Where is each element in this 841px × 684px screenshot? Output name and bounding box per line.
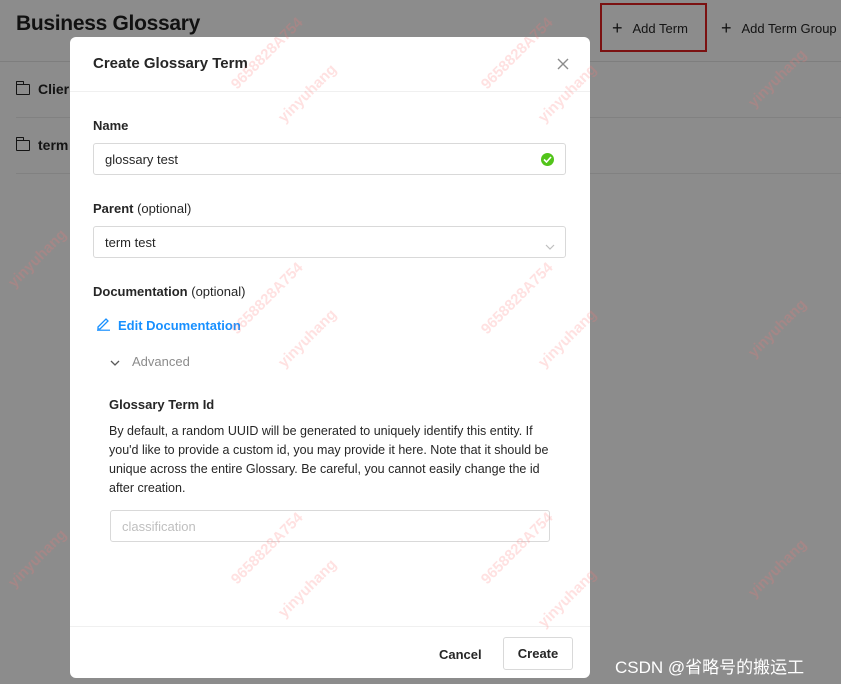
name-value: glossary test [105,151,178,167]
term-id-description: By default, a random UUID will be genera… [109,424,549,495]
edit-documentation-label: Edit Documentation [118,317,241,333]
advanced-toggle[interactable]: Advanced [110,354,190,369]
term-id-label: Glossary Term Id [109,397,215,412]
documentation-label: Documentation (optional) [93,284,246,299]
term-id-placeholder: classification [122,518,196,534]
credit-text: CSDN @省略号的搬运工 [615,658,805,677]
edit-icon [96,316,118,334]
modal-header: Create Glossary Term [70,37,590,92]
cancel-button[interactable]: Cancel [426,638,495,670]
create-button[interactable]: Create [503,637,573,670]
documentation-optional: (optional) [191,284,246,299]
parent-optional: (optional) [137,201,192,216]
advanced-label: Advanced [132,354,190,369]
parent-select[interactable]: term test [93,226,566,258]
close-icon[interactable] [554,55,572,73]
parent-value: term test [105,234,156,250]
term-id-input[interactable]: classification [110,510,550,542]
edit-documentation-button[interactable]: Edit Documentation [96,316,241,334]
chevron-down-icon [110,354,132,369]
parent-label: Parent (optional) [93,201,192,216]
modal-footer: Cancel Create [70,626,590,678]
name-label: Name [93,118,129,133]
check-circle-icon [541,153,554,166]
modal-title: Create Glossary Term [93,55,248,72]
chevron-down-icon [545,238,555,253]
name-input[interactable]: glossary test [93,143,566,175]
create-glossary-term-modal: Create Glossary Term Name glossary test … [70,37,590,678]
